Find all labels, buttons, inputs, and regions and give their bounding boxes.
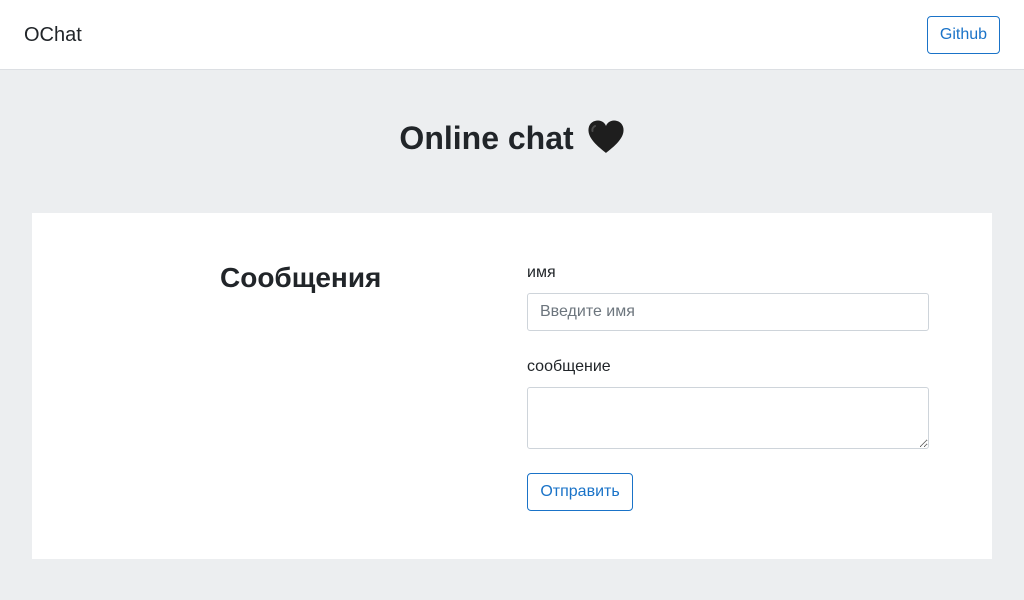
github-button[interactable]: Github [927,16,1000,54]
brand-logo-link[interactable]: OChat [24,22,82,48]
page-title: Online chat [0,112,1024,164]
navbar: OChat Github [0,0,1024,70]
send-button[interactable]: Отправить [527,473,633,511]
message-label: сообщение [527,358,611,375]
chat-card: Сообщения имя сообщение Отправить [32,213,992,559]
name-input[interactable] [527,293,929,331]
page-title-text: Online chat [399,120,574,156]
messages-heading: Сообщения [220,262,382,293]
message-textarea[interactable] [527,387,929,449]
black-heart-icon [587,117,625,153]
name-label: имя [527,264,556,281]
